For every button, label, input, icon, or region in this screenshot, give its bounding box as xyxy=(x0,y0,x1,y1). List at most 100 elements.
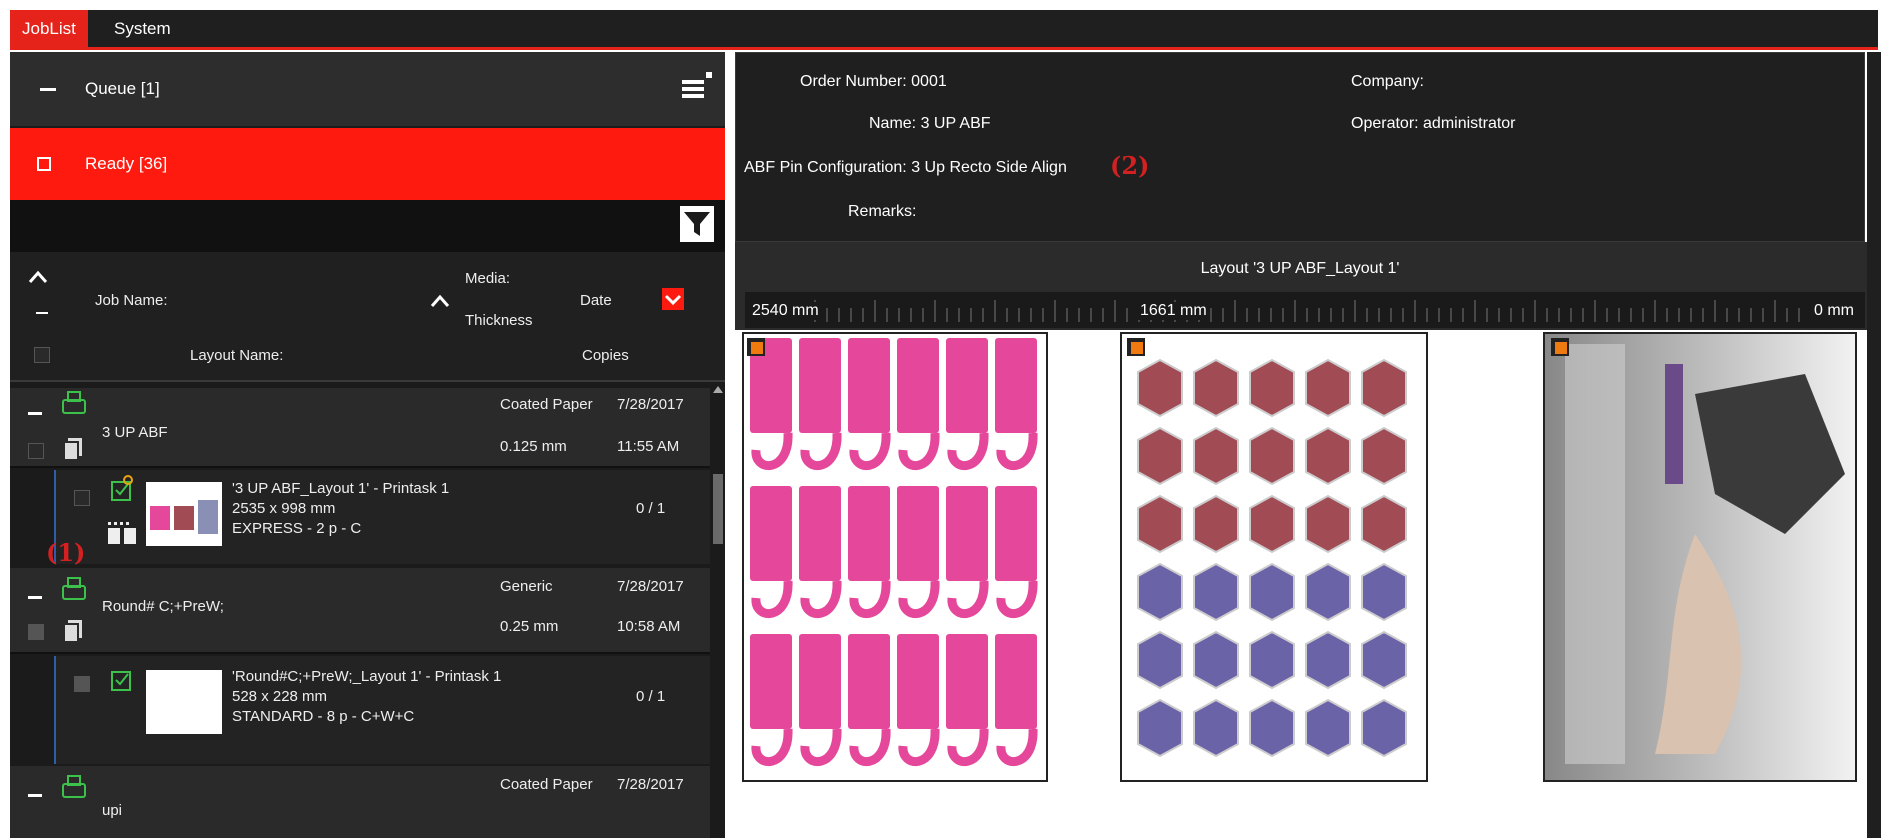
badge-label-artwork xyxy=(1305,562,1351,622)
queue-section-header[interactable]: Queue [1] xyxy=(10,52,725,126)
operator: Operator: administrator xyxy=(1351,115,1516,132)
right-edge-panel xyxy=(1867,52,1881,838)
hook-label-artwork xyxy=(848,338,891,470)
remarks: Remarks: xyxy=(848,203,917,220)
hook-label-artwork xyxy=(946,634,989,766)
col-layout-name[interactable]: Layout Name: xyxy=(190,347,283,364)
sheet-3-artwork xyxy=(1545,334,1855,780)
select-all-checkbox[interactable] xyxy=(34,347,50,363)
menu-system[interactable]: System xyxy=(102,10,183,47)
document-stack-icon xyxy=(63,620,82,642)
expand-icon[interactable] xyxy=(37,157,51,171)
badge-label-artwork xyxy=(1305,358,1351,418)
sheet-1[interactable] xyxy=(742,332,1048,782)
badge-label-artwork xyxy=(1361,630,1407,690)
task-size: 2535 x 998 mm xyxy=(232,500,336,517)
queue-label: Queue [1] xyxy=(85,79,160,98)
job-thickness: 0.25 mm xyxy=(500,618,559,635)
list-menu-icon[interactable] xyxy=(680,70,714,104)
badge-label-artwork xyxy=(1137,494,1183,554)
sheet-3[interactable] xyxy=(1543,332,1857,782)
badge-label-artwork xyxy=(1137,562,1183,622)
origin-marker-icon xyxy=(1127,338,1145,356)
badge-label-artwork xyxy=(1137,630,1183,690)
badge-label-artwork xyxy=(1249,562,1295,622)
ready-section-header[interactable]: Ready [36] xyxy=(10,128,725,200)
job-time: 10:58 AM xyxy=(617,618,681,635)
col-date[interactable]: Date xyxy=(580,292,612,309)
sheet-2-artwork xyxy=(1137,358,1407,758)
badge-label-artwork xyxy=(1305,426,1351,486)
job-list-scrollbar[interactable] xyxy=(711,382,725,838)
ready-label: Ready [36] xyxy=(85,154,168,173)
pin-configuration: ABF Pin Configuration: 3 Up Recto Side A… xyxy=(744,159,1067,176)
task-status-icon xyxy=(111,671,131,691)
task-checkbox[interactable] xyxy=(74,676,90,692)
layout-canvas[interactable] xyxy=(735,330,1865,838)
badge-label-artwork xyxy=(1361,698,1407,758)
job-checkbox[interactable] xyxy=(28,443,44,459)
badge-label-artwork xyxy=(1249,494,1295,554)
menu-joblist[interactable]: JobList xyxy=(10,10,88,47)
job-date: 7/28/2017 xyxy=(617,396,684,413)
badge-label-artwork xyxy=(1305,630,1351,690)
collapse-job-icon[interactable] xyxy=(28,412,42,415)
printer-icon xyxy=(62,391,86,414)
col-copies[interactable]: Copies xyxy=(582,347,629,364)
collapse-job-icon[interactable] xyxy=(28,794,42,797)
job-detail-panel: Order Number: 0001 Company: Name: 3 UP A… xyxy=(735,52,1881,838)
date-sort-checkbox[interactable] xyxy=(662,288,684,310)
scroll-thumb[interactable] xyxy=(713,474,723,544)
filter-icon[interactable] xyxy=(680,206,714,242)
hook-label-artwork xyxy=(848,634,891,766)
order-name: Name: 3 UP ABF xyxy=(869,115,991,132)
badge-label-artwork xyxy=(1361,358,1407,418)
hook-label-artwork xyxy=(995,338,1038,470)
sort-media-icon[interactable] xyxy=(430,294,450,308)
badge-label-artwork xyxy=(1361,562,1407,622)
annotation-2: (2) xyxy=(1110,151,1150,180)
job-name: Round# C;+PreW; xyxy=(102,598,224,615)
badge-label-artwork xyxy=(1137,426,1183,486)
job-name: upi xyxy=(102,802,123,819)
badge-label-artwork xyxy=(1193,494,1239,554)
job-date: 7/28/2017 xyxy=(617,776,684,793)
badge-label-artwork xyxy=(1249,426,1295,486)
col-job-name[interactable]: Job Name: xyxy=(95,292,168,309)
job-thickness: 0.125 mm xyxy=(500,438,567,455)
badge-label-artwork xyxy=(1193,630,1239,690)
origin-marker-icon xyxy=(747,338,765,356)
job-checkbox[interactable] xyxy=(28,624,44,640)
sort-up-icon[interactable] xyxy=(28,270,48,284)
collapse-job-icon[interactable] xyxy=(28,596,42,599)
badge-label-artwork xyxy=(1249,358,1295,418)
task-size: 528 x 228 mm xyxy=(232,688,328,705)
hook-label-artwork xyxy=(799,486,842,618)
task-title: '3 UP ABF_Layout 1' - Printask 1 xyxy=(232,480,450,497)
hook-label-artwork xyxy=(995,486,1038,618)
col-thickness[interactable]: Thickness xyxy=(465,312,533,329)
collapse-all-icon[interactable] xyxy=(36,312,48,314)
ruler: 2540 mm 1661 mm 0 mm xyxy=(745,292,1865,328)
task-mode: EXPRESS - 2 p - C xyxy=(232,520,362,537)
scroll-up-icon[interactable] xyxy=(713,386,723,393)
job-date: 7/28/2017 xyxy=(617,578,684,595)
collapse-icon[interactable] xyxy=(40,88,56,91)
printtask-row[interactable]: '3 UP ABF_Layout 1' - Printask 1 2535 x … xyxy=(54,470,710,564)
sheet-2[interactable] xyxy=(1120,332,1428,782)
task-checkbox[interactable] xyxy=(74,490,90,506)
badge-label-artwork xyxy=(1305,494,1351,554)
col-media[interactable]: Media: xyxy=(465,270,510,287)
job-row[interactable]: 3 UP ABF Coated Paper 0.125 mm 7/28/2017… xyxy=(10,388,710,468)
annotation-1: (1) xyxy=(46,538,86,567)
badge-label-artwork xyxy=(1305,698,1351,758)
printtask-row[interactable]: 'Round#C;+PreW;_Layout 1' - Printask 1 5… xyxy=(54,656,710,764)
job-media: Coated Paper xyxy=(500,776,593,793)
job-row[interactable]: Round# C;+PreW; Generic 0.25 mm 7/28/201… xyxy=(10,568,710,654)
task-status-icon xyxy=(111,475,133,501)
sheet-1-artwork xyxy=(750,338,1038,766)
job-row[interactable]: upi Coated Paper 7/28/2017 xyxy=(10,766,710,838)
hook-label-artwork xyxy=(799,338,842,470)
badge-label-artwork xyxy=(1249,630,1295,690)
hook-label-artwork xyxy=(750,486,793,618)
